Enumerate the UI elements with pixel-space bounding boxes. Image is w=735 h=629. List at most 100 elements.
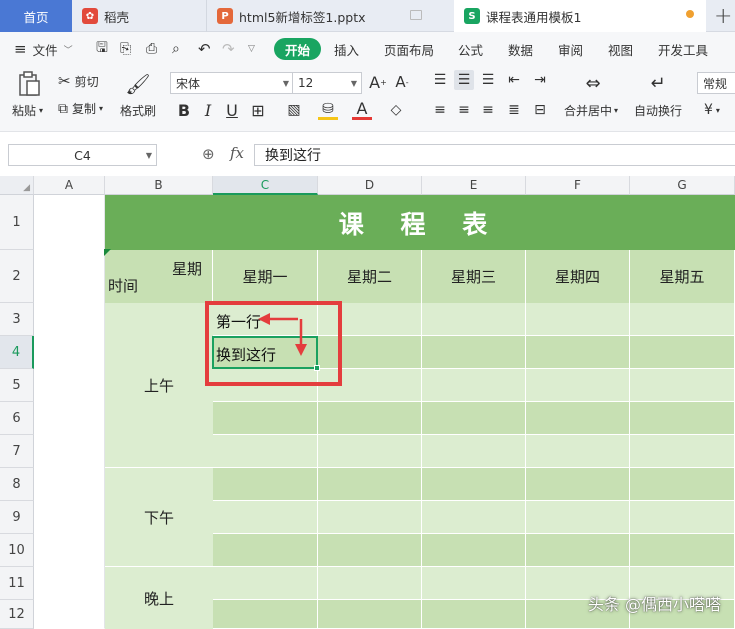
cell-style-icon[interactable]: ▧ [284,100,304,120]
copy-button[interactable]: ⧉ 复制 ▾ [58,100,103,117]
tab-developer-label: 开发工具 [658,42,709,58]
align-top-icon[interactable]: ☰ [430,70,450,90]
tab-insert[interactable]: 插入 [334,32,359,66]
tab-timetable[interactable]: S 课程表通用模板1 [454,0,706,32]
bold-icon[interactable]: B [174,100,194,120]
align-middle-icon[interactable]: ☰ [454,70,474,90]
format-painter-button[interactable]: 格式刷 [120,102,156,119]
merge-center-button[interactable]: 合并居中 ▾ [564,102,618,119]
wrap-text-button[interactable]: 自动换行 [634,102,682,119]
tab-daoke[interactable]: ✿ 稻壳 [72,0,206,32]
chevron-down-icon: ﹀ [63,45,73,56]
sheet-file-icon: S [464,8,480,24]
wrap-text-label: 自动换行 [634,104,683,118]
tab-view-label: 视图 [608,42,634,58]
file-menu[interactable]: ≡ 文件 ﹀ [14,32,73,66]
tab-data[interactable]: 数据 [508,32,533,66]
font-name-select[interactable]: 宋体 ▼ [170,72,294,94]
align-left-icon[interactable]: ≡ [430,100,450,120]
align-bottom-icon[interactable]: ☰ [478,70,498,90]
paste-button[interactable]: 粘贴 ▾ [12,102,43,119]
font-name-value: 宋体 [176,76,201,91]
name-box[interactable]: C4 ▼ [8,144,157,166]
redo-icon[interactable]: ↷ [222,32,235,66]
format-painter-icon[interactable]: 🖌 [124,70,152,98]
align-center-icon[interactable]: ≡ [454,100,474,120]
tab-pptx[interactable]: P html5新增标签1.pptx [206,0,454,32]
zoom-icon[interactable]: ⊕ [202,145,215,163]
underline-icon[interactable]: U [222,100,242,120]
distribute-icon[interactable]: ⊟ [530,100,550,120]
tab-page-layout[interactable]: 页面布局 [384,32,434,66]
number-format-value: 常规 [703,76,728,91]
tab-pptx-label: html5新增标签1.pptx [239,9,366,25]
annotation-arrows [258,313,307,356]
tab-timetable-label: 课程表通用模板1 [486,9,582,25]
justify-icon[interactable]: ≣ [504,100,524,120]
format-painter-label: 格式刷 [120,104,157,118]
copy-icon: ⧉ [58,100,68,117]
tab-data-label: 数据 [508,42,534,58]
chevron-down-icon: ▾ [39,106,44,115]
undo-icon[interactable]: ↶ [198,32,211,66]
paste-label: 粘贴 [12,104,37,118]
decrease-font-icon[interactable]: A- [392,72,412,92]
chevron-down-icon: ▾ [715,105,720,115]
increase-font-icon[interactable]: A + [368,72,388,92]
tab-review[interactable]: 审阅 [558,32,583,66]
quick-access-dropdown-icon[interactable]: ▽ [248,32,255,66]
left-arrow-icon [258,313,270,325]
down-arrow-icon [295,344,307,356]
scissors-icon: ✂ [58,72,71,90]
indent-decrease-icon[interactable]: ⇤ [504,70,524,90]
cell-ref: C4 [74,147,91,163]
merge-center-icon[interactable]: ⇔ [578,70,608,96]
fill-color-icon[interactable]: ⛁ [318,100,338,120]
tab-daoke-label: 稻壳 [104,9,130,25]
tab-start[interactable]: 开始 [274,38,322,60]
font-size-select[interactable]: 12 ▼ [292,72,362,94]
tab-home-label: 首页 [23,9,49,25]
tab-start-label: 开始 [285,42,311,58]
formula-input[interactable]: 换到这行 [254,144,735,166]
eraser-icon[interactable]: ◇ [386,100,406,120]
border-icon[interactable]: ⊞ [248,100,268,120]
formula-bar: C4 ▼ ⊕ fx 换到这行 [0,132,735,176]
italic-icon[interactable]: I [198,100,218,120]
new-tab-button[interactable]: + [706,0,735,32]
tab-view[interactable]: 视图 [608,32,633,66]
ribbon: 粘贴 ▾ ✂ 剪切 ⧉ 复制 ▾ 🖌 格式刷 宋体 ▼ 12 ▼ A + A- B I U ⊞… [0,66,735,132]
chevron-down-icon: ▼ [145,151,152,160]
print-preview-icon[interactable]: ⌕ [172,32,180,66]
save-icon[interactable]: 🖫 [96,32,108,66]
indent-increase-icon[interactable]: ⇥ [530,70,550,90]
cut-label: 剪切 [74,74,99,89]
fx-icon[interactable]: fx [230,144,244,162]
tab-formula-label: 公式 [458,42,484,58]
plus-icon: + [714,3,733,29]
align-right-icon[interactable]: ≡ [478,100,498,120]
font-color-icon[interactable]: A [352,99,372,120]
cut-button[interactable]: ✂ 剪切 [58,72,99,90]
file-menu-label: 文件 [32,42,58,58]
chevron-down-icon: ▾ [99,104,104,113]
paste-icon[interactable] [14,70,44,98]
ppt-file-icon: P [217,8,233,24]
currency-icon: ¥ [704,102,713,118]
print-icon[interactable]: ⎙ [146,32,157,66]
currency-button[interactable]: ¥ ▾ [704,102,720,118]
tab-review-label: 审阅 [558,42,584,58]
hamburger-icon: ≡ [14,40,27,58]
unsaved-dot-icon [686,10,694,18]
wrap-text-icon[interactable]: ↵ [644,70,672,96]
export-icon[interactable]: ⎘ [120,32,131,66]
tab-formula[interactable]: 公式 [458,32,483,66]
daoke-icon: ✿ [82,8,98,24]
tab-page-layout-label: 页面布局 [384,42,435,58]
chevron-down-icon: ▼ [282,79,289,88]
tab-home[interactable]: 首页 [0,0,72,32]
monitor-icon [410,10,422,20]
copy-label: 复制 [72,102,97,116]
number-format-select[interactable]: 常规 [697,72,735,94]
tab-developer[interactable]: 开发工具 [658,32,708,66]
